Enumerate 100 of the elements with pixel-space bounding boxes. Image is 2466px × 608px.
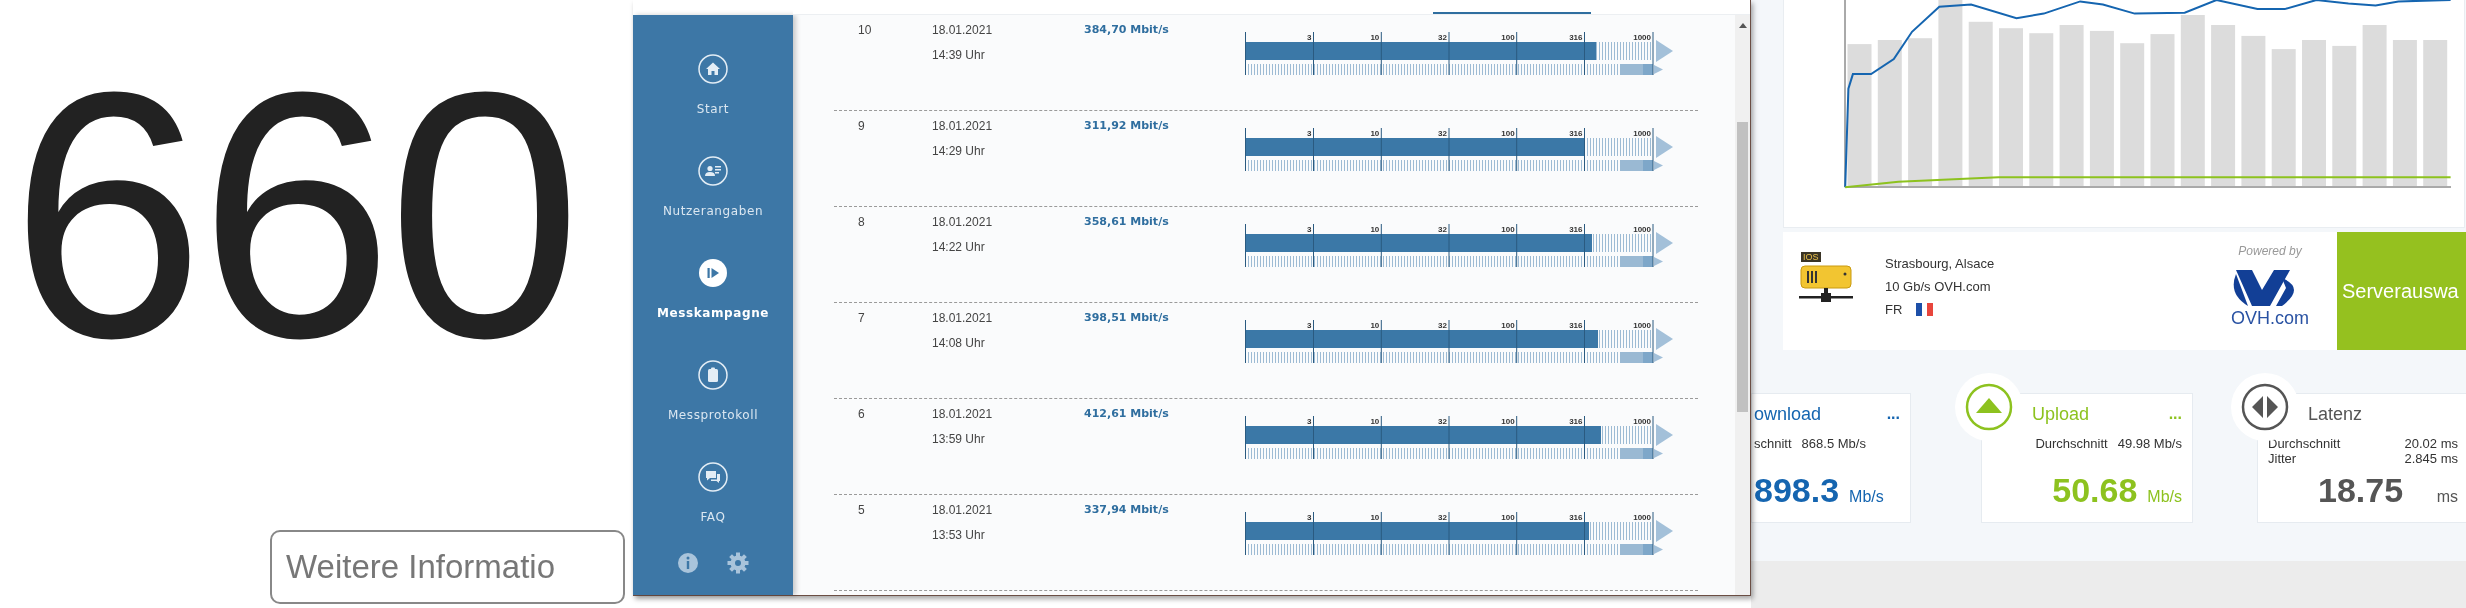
scale-label: 10 — [1370, 33, 1380, 42]
scale-label: 100 — [1501, 225, 1515, 234]
stat-label: Durchschnitt — [2268, 436, 2341, 451]
time-text: 14:29 Uhr — [932, 144, 986, 158]
speed-value: 398,51 Mbit/s — [1084, 311, 1170, 326]
scale-label: 316 — [1569, 33, 1583, 42]
scale-label: 1000 — [1633, 513, 1651, 522]
scale-label: 316 — [1569, 225, 1583, 234]
server-connection: 10 Gb/s OVH.com — [1885, 279, 1992, 294]
scale-label: 3 — [1307, 33, 1312, 42]
time-text: 13:59 Uhr — [932, 432, 986, 446]
scale-label: 3 — [1307, 417, 1312, 426]
chat-icon — [698, 462, 728, 492]
more-info-button[interactable]: Weitere Informatio — [270, 530, 625, 604]
scale-label: 100 — [1501, 129, 1515, 138]
speed-value: 311,92 Mbit/s — [1084, 119, 1170, 134]
time-text: 14:22 Uhr — [932, 240, 986, 254]
scale-label: 10 — [1370, 417, 1380, 426]
scale-label: 1000 — [1633, 417, 1651, 426]
scale-label: 3 — [1307, 129, 1312, 138]
arrow-head-icon — [1654, 449, 1663, 458]
scroll-up-icon — [1738, 21, 1748, 29]
scale-label: 316 — [1569, 129, 1583, 138]
speed-value: 358,61 Mbit/s — [1084, 215, 1170, 230]
sidebar-item[interactable]: Messkampagne — [656, 258, 770, 360]
scale-label: 10 — [1370, 129, 1380, 138]
result-title: Upload — [2032, 403, 2090, 425]
row-number: 9 — [857, 119, 866, 135]
arrow-head-icon — [1654, 161, 1663, 170]
speed-value: 412,61 Mbit/s — [1084, 407, 1170, 422]
scale-label: 32 — [1438, 417, 1447, 426]
sidebar-item[interactable]: Messprotokoll — [667, 360, 759, 462]
scale-label: 316 — [1569, 417, 1583, 426]
stat-value: 2.845 ms — [2404, 451, 2458, 466]
speed-value: 337,94 Mbit/s — [1084, 503, 1170, 518]
result-value: 898.3 — [1754, 471, 1840, 510]
arrow-head-icon — [1656, 424, 1673, 446]
server-select-button[interactable]: Serverauswa — [2337, 232, 2466, 350]
scale-label: 3 — [1307, 321, 1312, 330]
arrow-head-icon — [1656, 136, 1673, 158]
stat-value: 868.5 Mb/s — [1801, 436, 1866, 451]
scale-label: 100 — [1501, 513, 1515, 522]
scale-label: 1000 — [1633, 321, 1651, 330]
user-list-icon — [698, 156, 728, 186]
scale-label: 32 — [1438, 129, 1447, 138]
arrow-head-icon — [1656, 40, 1673, 62]
scale-label: 100 — [1501, 33, 1515, 42]
scale-label: 10 — [1370, 513, 1380, 522]
row-number: 5 — [857, 503, 866, 519]
scrollbar[interactable] — [1735, 15, 1750, 595]
sidebar-item[interactable]: Nutzerangaben — [662, 156, 764, 258]
result-value: 50.68 — [2052, 471, 2138, 510]
more-button[interactable]: ... — [1886, 405, 1900, 423]
date-text: 18.01.2021 — [932, 407, 994, 421]
powered-by-text: Powered by — [2238, 244, 2302, 258]
scrollbar-thumb[interactable] — [1737, 122, 1748, 412]
time-text: 14:08 Uhr — [932, 336, 986, 350]
arrow-head-icon — [1656, 232, 1673, 254]
scale-label: 32 — [1438, 513, 1447, 522]
result-unit: Mb/s — [2147, 488, 2182, 506]
time-text: 13:53 Uhr — [932, 528, 986, 542]
scale-label: 100 — [1501, 321, 1515, 330]
date-text: 18.01.2021 — [932, 503, 994, 517]
row-number: 6 — [857, 407, 866, 423]
scale-label: 3 — [1307, 513, 1312, 522]
result-value: 18.75 — [2318, 471, 2404, 510]
date-text: 18.01.2021 — [932, 23, 994, 37]
result-title: ownload — [1754, 403, 1822, 425]
scale-label: 32 — [1438, 225, 1447, 234]
scale-label: 3 — [1307, 225, 1312, 234]
row-number: 7 — [857, 311, 866, 327]
scale-label: 316 — [1569, 513, 1583, 522]
result-unit: ms — [2436, 488, 2458, 506]
info-icon — [677, 552, 699, 574]
scale-label: 10 — [1370, 225, 1380, 234]
arrow-head-icon — [1656, 520, 1673, 542]
flag-icon — [1914, 303, 1935, 316]
stat-value: 49.98 Mb/s — [2117, 436, 2182, 451]
server-location: Strasbourg, Alsace — [1885, 256, 1996, 271]
sidebar-item[interactable]: FAQ — [698, 462, 728, 564]
settings-icon — [727, 552, 749, 574]
result-unit: Mb/s — [1849, 488, 1884, 506]
logo-text: OVH.com — [2231, 308, 2309, 329]
play-icon — [698, 258, 728, 288]
arrow-head-icon — [1654, 353, 1663, 362]
arrow-head-icon — [1656, 328, 1673, 350]
more-button[interactable]: ... — [2168, 405, 2182, 423]
stat-label: Jitter — [2268, 451, 2297, 466]
stat-label: schnitt — [1754, 436, 1792, 451]
scale-label: 32 — [1438, 33, 1447, 42]
country-code: FR — [1885, 302, 1903, 317]
home-icon — [698, 54, 728, 84]
scale-label: 100 — [1501, 417, 1515, 426]
arrow-head-icon — [1654, 545, 1663, 554]
server-tag: IOS — [1801, 252, 1821, 262]
sidebar-item[interactable]: Start — [696, 54, 730, 156]
scale-label: 1000 — [1633, 225, 1651, 234]
arrow-head-icon — [1654, 257, 1663, 266]
row-number: 10 — [857, 23, 873, 39]
stat-label: Durchschnitt — [2035, 436, 2108, 451]
